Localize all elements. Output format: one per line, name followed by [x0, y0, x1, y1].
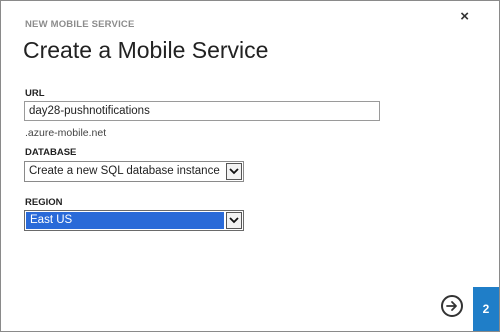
- database-select-value: Create a new SQL database instance: [29, 165, 220, 177]
- new-mobile-service-dialog: × NEW MOBILE SERVICE Create a Mobile Ser…: [0, 0, 500, 332]
- region-select-value: East US: [30, 214, 73, 226]
- next-button[interactable]: [441, 295, 463, 317]
- url-input[interactable]: [24, 101, 380, 121]
- database-select[interactable]: Create a new SQL database instance: [24, 161, 244, 182]
- database-label: DATABASE: [25, 147, 77, 158]
- page-title: Create a Mobile Service: [23, 37, 269, 63]
- close-icon[interactable]: ×: [460, 9, 469, 25]
- step-indicator: 2: [473, 287, 499, 331]
- chevron-down-icon[interactable]: [226, 163, 242, 180]
- arrow-right-icon: [446, 301, 457, 311]
- region-select[interactable]: East US: [24, 210, 244, 231]
- region-label: REGION: [25, 197, 63, 208]
- url-label: URL: [25, 88, 45, 99]
- dialog-kicker: NEW MOBILE SERVICE: [25, 19, 135, 30]
- url-suffix: .azure-mobile.net: [25, 127, 107, 139]
- chevron-down-icon[interactable]: [226, 212, 242, 229]
